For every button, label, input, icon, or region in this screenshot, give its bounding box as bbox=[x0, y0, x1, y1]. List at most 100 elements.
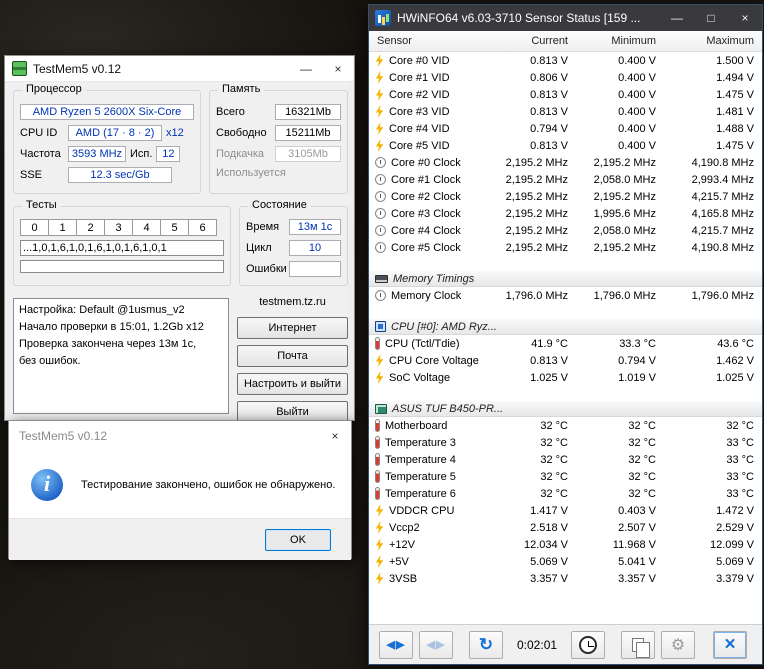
sensor-row[interactable]: Motherboard 32 °C 32 °C 32 °C bbox=[369, 417, 762, 434]
sensor-row[interactable]: Core #2 VID 0.813 V 0.400 V 1.475 V bbox=[369, 86, 762, 103]
minimize-button[interactable]: — bbox=[290, 56, 322, 82]
sensor-row[interactable]: Core #2 Clock 2,195.2 MHz 2,195.2 MHz 4,215… bbox=[369, 188, 762, 205]
nav-arrows-disabled-button[interactable]: ◀▶ bbox=[419, 630, 453, 659]
sensor-row[interactable]: Core #1 Clock 2,195.2 MHz 2,058.0 MHz 2,993… bbox=[369, 171, 762, 188]
sensor-row[interactable]: Temperature 6 32 °C 32 °C 33 °C bbox=[369, 485, 762, 502]
sensor-row[interactable]: Vccp2 2.518 V 2.507 V 2.529 V bbox=[369, 519, 762, 536]
sensor-min: 0.400 V bbox=[618, 139, 656, 152]
cpu-id-mult: x12 bbox=[166, 127, 184, 139]
sensor-min: 0.403 V bbox=[618, 504, 656, 517]
sensor-label: Core #0 VID bbox=[389, 54, 450, 67]
sensor-max: 1.481 V bbox=[716, 105, 754, 118]
mail-button[interactable]: Почта bbox=[237, 345, 348, 367]
clock-icon bbox=[375, 191, 386, 202]
sensor-label: Temperature 3 bbox=[385, 436, 456, 449]
hwinfo-titlebar[interactable]: HWiNFO64 v6.03-3710 Sensor Status [159 .… bbox=[369, 5, 762, 31]
sensor-current: 41.9 °C bbox=[531, 337, 568, 350]
sensor-max: 4,190.8 MHz bbox=[691, 241, 754, 254]
dialog-close-button[interactable]: × bbox=[319, 423, 351, 449]
sensor-label-cell: Core #2 Clock bbox=[369, 191, 481, 203]
sensor-max: 1.494 V bbox=[716, 71, 754, 84]
cpu-icon bbox=[375, 321, 386, 332]
ok-button[interactable]: OK bbox=[265, 528, 331, 551]
sensor-row[interactable]: Core #5 VID 0.813 V 0.400 V 1.475 V bbox=[369, 137, 762, 154]
toolbar-close-button[interactable]: × bbox=[713, 630, 748, 659]
test-cell: 6 bbox=[188, 219, 217, 236]
time-label: Время bbox=[246, 221, 280, 233]
sensor-max: 2,993.4 MHz bbox=[691, 173, 754, 186]
sensor-max: 33 °C bbox=[726, 453, 754, 466]
sensor-row[interactable]: CPU (Tctl/Tdie) 41.9 °C 33.3 °C 43.6 °C bbox=[369, 335, 762, 352]
sensor-row[interactable]: Temperature 3 32 °C 32 °C 33 °C bbox=[369, 434, 762, 451]
report-button[interactable] bbox=[621, 630, 656, 659]
sensor-label-cell: Core #2 VID bbox=[369, 88, 481, 101]
configure-exit-button[interactable]: Настроить и выйти bbox=[237, 373, 348, 395]
sensor-label: VDDCR CPU bbox=[389, 504, 455, 517]
section-row[interactable]: ASUS TUF B450-PR... bbox=[369, 400, 762, 417]
sensor-label: Core #4 Clock bbox=[391, 224, 461, 237]
refresh-button[interactable]: ↻ bbox=[469, 630, 503, 659]
site-link[interactable]: testmem.tz.ru bbox=[259, 296, 326, 308]
sensor-row[interactable]: Core #3 VID 0.813 V 0.400 V 1.481 V bbox=[369, 103, 762, 120]
log-textbox: Настройка: Default @1usmus_v2 Начало про… bbox=[13, 298, 229, 414]
testmem-dialog: TestMem5 v0.12 × i Тестирование закончен… bbox=[8, 420, 352, 560]
state-group: Состояние Время 13м 1с Цикл 10 Ошибки bbox=[239, 199, 348, 286]
hwinfo-window-title: HWiNFO64 v6.03-3710 Sensor Status [159 .… bbox=[397, 11, 641, 25]
sensor-min: 11.968 V bbox=[612, 538, 656, 551]
sensor-row[interactable]: Memory Clock 1,796.0 MHz 1,796.0 MHz 1,796.… bbox=[369, 287, 762, 304]
section-row[interactable]: CPU [#0]: AMD Ryz... bbox=[369, 318, 762, 335]
sensor-row[interactable]: Core #5 Clock 2,195.2 MHz 2,195.2 MHz 4,190… bbox=[369, 239, 762, 256]
section-label: Memory Timings bbox=[393, 272, 475, 285]
thermometer-icon bbox=[375, 419, 380, 432]
sensor-current: 2,195.2 MHz bbox=[505, 241, 568, 254]
sensor-label: Vccp2 bbox=[389, 521, 420, 534]
sensor-row[interactable]: Temperature 4 32 °C 32 °C 33 °C bbox=[369, 451, 762, 468]
clock-button[interactable] bbox=[571, 630, 606, 659]
sensor-label-cell: Core #0 Clock bbox=[369, 157, 481, 169]
sensor-row[interactable]: Core #1 VID 0.806 V 0.400 V 1.494 V bbox=[369, 69, 762, 86]
maximize-button[interactable]: □ bbox=[694, 5, 728, 31]
sensor-row[interactable]: Core #0 Clock 2,195.2 MHz 2,195.2 MHz 4,190… bbox=[369, 154, 762, 171]
sensor-min: 32 °C bbox=[628, 487, 656, 500]
sensor-row[interactable]: VDDCR CPU 1.417 V 0.403 V 1.472 V bbox=[369, 502, 762, 519]
sensor-current: 32 °C bbox=[540, 419, 568, 432]
sensor-row[interactable]: CPU Core Voltage 0.813 V 0.794 V 1.462 V bbox=[369, 352, 762, 369]
voltage-icon bbox=[375, 54, 384, 67]
sensor-label-cell: Core #5 VID bbox=[369, 139, 481, 152]
voltage-icon bbox=[375, 88, 384, 101]
internet-button[interactable]: Интернет bbox=[237, 317, 348, 339]
sensor-row[interactable]: Core #4 Clock 2,195.2 MHz 2,058.0 MHz 4,215… bbox=[369, 222, 762, 239]
sensor-row[interactable]: SoC Voltage 1.025 V 1.019 V 1.025 V bbox=[369, 369, 762, 386]
wall-clock-icon bbox=[579, 635, 598, 654]
close-button[interactable]: × bbox=[322, 56, 354, 82]
sensor-min: 2,058.0 MHz bbox=[593, 173, 656, 186]
sensor-row[interactable]: +12V 12.034 V 11.968 V 12.099 V bbox=[369, 536, 762, 553]
sensor-row[interactable]: Core #0 VID 0.813 V 0.400 V 1.500 V bbox=[369, 52, 762, 69]
sensor-max: 1,796.0 MHz bbox=[691, 289, 754, 302]
sensor-row[interactable]: Core #3 Clock 2,195.2 MHz 1,995.6 MHz 4,165… bbox=[369, 205, 762, 222]
sensor-current: 3.357 V bbox=[530, 572, 568, 585]
sensor-label-cell: Core #3 Clock bbox=[369, 208, 481, 220]
minimize-button[interactable]: — bbox=[660, 5, 694, 31]
sensor-row[interactable]: Core #4 VID 0.794 V 0.400 V 1.488 V bbox=[369, 120, 762, 137]
sensor-label-cell: Temperature 3 bbox=[369, 436, 481, 449]
sensor-min: 0.400 V bbox=[618, 88, 656, 101]
settings-button[interactable]: ⚙ bbox=[661, 630, 696, 659]
sensor-row[interactable]: Temperature 5 32 °C 32 °C 33 °C bbox=[369, 468, 762, 485]
frequency-label: Частота bbox=[20, 148, 61, 160]
thermometer-icon bbox=[375, 453, 380, 466]
close-button[interactable]: × bbox=[728, 5, 762, 31]
cpu-id-label: CPU ID bbox=[20, 127, 58, 139]
sensor-label-cell: Core #5 Clock bbox=[369, 242, 481, 254]
elapsed-time: 0:02:01 bbox=[517, 637, 558, 652]
sensor-label-cell: Core #1 Clock bbox=[369, 174, 481, 186]
nav-arrows-button[interactable]: ◀▶ bbox=[379, 630, 413, 659]
sensor-row[interactable]: 3VSB 3.357 V 3.357 V 3.379 V bbox=[369, 570, 762, 587]
section-row[interactable]: Memory Timings bbox=[369, 270, 762, 287]
sensor-row[interactable]: +5V 5.069 V 5.041 V 5.069 V bbox=[369, 553, 762, 570]
testmem-titlebar[interactable]: TestMem5 v0.12 — × bbox=[5, 56, 354, 82]
dialog-titlebar[interactable]: TestMem5 v0.12 × bbox=[9, 421, 351, 451]
sensor-max: 1.025 V bbox=[716, 371, 754, 384]
errors-field bbox=[289, 261, 341, 277]
sensor-label-cell: Temperature 5 bbox=[369, 470, 481, 483]
